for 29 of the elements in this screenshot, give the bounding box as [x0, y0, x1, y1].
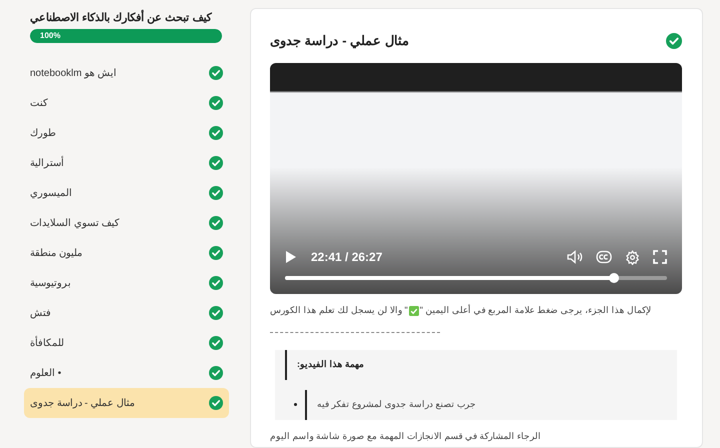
lesson-item[interactable]: مثال عملي - دراسة جدوى	[24, 388, 229, 418]
settings-icon[interactable]	[625, 250, 640, 264]
course-title: كيف تبحث عن أفكارك بالذكاء الاصطناعي	[30, 10, 230, 26]
progress-label: 100%	[40, 30, 60, 42]
task-heading: مهمة هذا الفيديو:	[297, 358, 364, 372]
fullscreen-icon[interactable]	[653, 250, 667, 264]
lesson-title: مثال عملي - دراسة جدوى	[270, 32, 409, 50]
lesson-item[interactable]: مليون منطقة	[24, 238, 229, 268]
task-item: جرب تصنع دراسة جدوى لمشروع تفكر فيه	[317, 398, 476, 412]
closing-text: الرجاء المشاركة في قسم الانجازات المهمة مع صورة شاشة واسم اليوم	[270, 430, 542, 443]
volume-icon[interactable]	[567, 250, 583, 264]
lesson-item[interactable]: ايش هو notebooklm	[24, 58, 229, 88]
checkbox-check-icon	[408, 306, 419, 316]
play-icon[interactable]	[285, 250, 297, 264]
lesson-item[interactable]: كنت	[24, 88, 229, 118]
bullet-icon	[294, 403, 297, 406]
captions-icon[interactable]	[596, 250, 612, 264]
video-time: 22:41 / 26:27	[311, 249, 382, 266]
lesson-item[interactable]: كيف تسوي السلايدات	[24, 208, 229, 238]
lesson-item[interactable]: أسترالية	[24, 148, 229, 178]
lesson-item[interactable]: • العلوم	[24, 358, 229, 388]
lesson-item[interactable]: للمكافأة	[24, 328, 229, 358]
lesson-item[interactable]: فتش	[24, 298, 229, 328]
lesson-item[interactable]: الميسوري	[24, 178, 229, 208]
instruction-text: لإكمال هذا الجزء، يرجى ضغط علامة المربع في أعلى اليمين "	[420, 304, 651, 318]
lesson-item[interactable]: طورك	[24, 118, 229, 148]
lesson-item[interactable]: بروتيوسية	[24, 268, 229, 298]
video-scrubber-thumb[interactable]	[608, 273, 619, 283]
instruction-text: " والا لن يسجل لك تعلم هذا الكورس	[270, 304, 408, 318]
